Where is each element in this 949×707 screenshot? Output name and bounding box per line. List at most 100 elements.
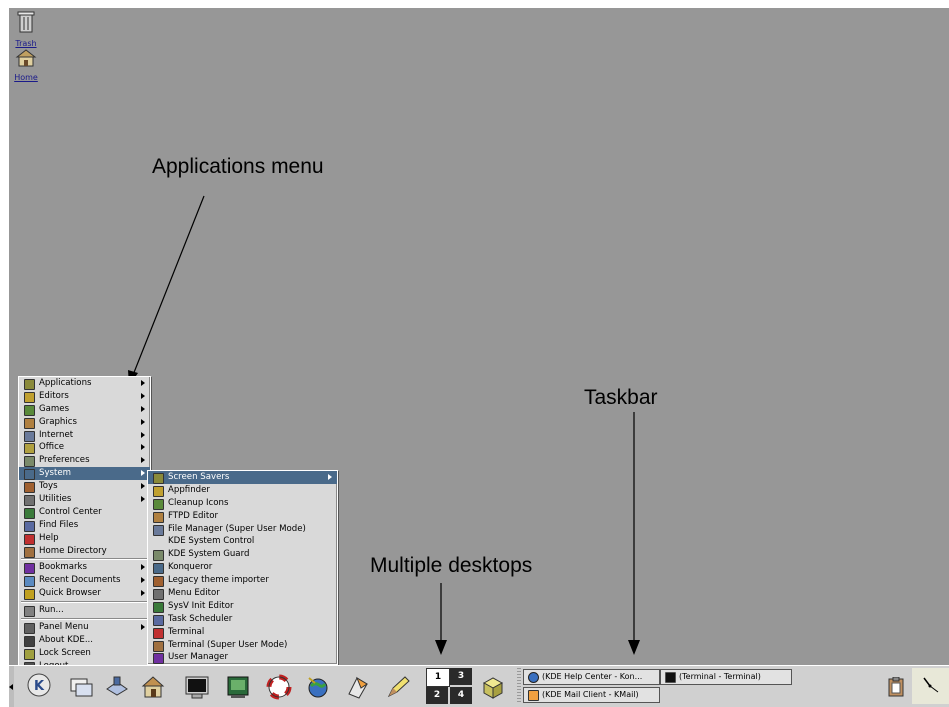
k-menu-item[interactable]: Office [19,441,150,455]
submenu-arrow-icon [141,624,145,631]
menu-separator [21,618,148,621]
konqueror-globe-icon[interactable] [305,674,331,700]
svg-text:K: K [34,679,45,694]
k-menu-item[interactable]: About KDE... [19,634,150,647]
utilities-icon [24,495,35,507]
k-menu-item-label: Run... [39,605,64,616]
system-submenu-item[interactable]: Screen Savers [148,471,337,484]
k-menu-item-label: Find Files [39,519,79,530]
k-menu-item[interactable]: Control Center [19,506,150,519]
submenu-arrow-icon [141,431,145,438]
k-menu-item[interactable]: Toys [19,480,150,494]
games-icon [24,404,35,416]
pager-desktop-1[interactable]: 1 [426,668,450,687]
k-menu-item[interactable]: Help [19,532,150,545]
kde-k-menu-icon[interactable]: K [26,672,52,698]
system-submenu-item[interactable]: Task Scheduler [148,613,337,626]
k-menu-item[interactable]: Panel Menu [19,621,150,635]
system-submenu-item[interactable]: KDE System Control [148,535,337,548]
kmail-icon[interactable] [345,674,371,700]
submenu-arrow-icon [141,590,145,597]
k-menu-item-label: Office [39,442,65,453]
system-submenu-item[interactable]: Menu Editor [148,587,337,601]
submenu-arrow-icon [141,392,145,399]
system-submenu-item[interactable]: Cleanup Icons [148,497,337,510]
control-center-icon [24,507,35,519]
system-submenu-item[interactable]: Terminal (Super User Mode) [148,639,337,652]
cleanup-icons-icon [153,498,164,510]
k-menu-item[interactable]: System [19,467,150,481]
bookmarks-icon [24,563,35,575]
desktop-access-icon[interactable] [104,674,130,700]
k-menu-item[interactable]: Preferences [19,454,150,468]
menu-separator [21,558,148,561]
pager-desktop-3[interactable]: 3 [450,668,472,685]
k-menu-item[interactable]: Lock Screen [19,647,150,660]
system-guard-icon [153,550,164,562]
k-menu-item[interactable]: Graphics [19,416,150,429]
pager-desktop-4[interactable]: 4 [450,687,472,704]
system-submenu-item[interactable]: Appfinder [148,484,337,497]
system-submenu[interactable]: Screen Savers Appfinder Cleanup Icons FTPD … [147,470,338,666]
k-menu[interactable]: Applications Editors Games Graphics Internet… [18,376,151,674]
submenu-arrow-icon [141,483,145,490]
k-menu-item[interactable]: Find Files [19,519,150,532]
k-menu-item-label: Utilities [39,494,72,505]
control-center-icon[interactable] [225,674,251,700]
system-submenu-item[interactable]: User Manager [148,651,337,665]
about-kde-icon [24,635,35,647]
k-menu-item[interactable]: Run... [19,604,150,618]
task-label: (Terminal - Terminal) [679,672,761,681]
system-submenu-item-label: Konqueror [168,562,213,573]
konqueror-icon [153,563,164,575]
system-submenu-item[interactable]: KDE System Guard [148,548,337,562]
submenu-arrow-icon [141,405,145,412]
file-manager-icon [153,524,164,536]
k-menu-item[interactable]: Games [19,403,150,416]
k-menu-item[interactable]: Internet [19,429,150,442]
k-menu-item[interactable]: Quick Browser [19,587,150,601]
panel-hide-handle[interactable] [9,666,14,707]
window-list-icon[interactable] [68,674,94,700]
system-submenu-item-label: Terminal [168,626,205,637]
submenu-arrow-icon [141,380,145,386]
recent-documents-icon [24,576,35,588]
system-submenu-item-label: Terminal (Super User Mode) [168,639,288,650]
system-icon [24,469,35,481]
terminal-icon[interactable] [184,674,210,700]
system-submenu-item-label: Task Scheduler [168,613,233,624]
k-menu-item[interactable]: Applications [19,377,150,390]
k-menu-item[interactable]: Bookmarks [19,561,150,575]
system-submenu-item[interactable]: FTPD Editor [148,510,337,523]
home-icon[interactable] [140,674,166,700]
show-desktop-box-icon[interactable] [480,674,506,700]
task-kde-help-center[interactable]: (KDE Help Center - Kon... [523,669,660,685]
k-menu-item-label: System [39,468,72,479]
submenu-arrow-icon [141,444,145,451]
help-lifebuoy-icon[interactable] [266,674,292,700]
k-menu-item[interactable]: Editors [19,390,150,403]
k-menu-item[interactable]: Recent Documents [19,574,150,588]
k-menu-item[interactable]: Utilities [19,493,150,507]
task-kmail[interactable]: (KDE Mail Client - KMail) [523,687,660,703]
run-icon [24,606,35,618]
klipper-clipboard-icon[interactable] [887,677,905,697]
system-submenu-item-label: User Manager [168,652,228,663]
system-submenu-item[interactable]: SysV Init Editor [148,600,337,613]
system-submenu-item[interactable]: Konqueror [148,561,337,575]
task-terminal[interactable]: (Terminal - Terminal) [660,669,792,685]
pager-desktop-2[interactable]: 2 [426,687,448,704]
office-icon [24,443,35,455]
kwrite-pencil-icon[interactable] [385,674,411,700]
appfinder-icon [153,485,164,497]
toys-icon [24,482,35,494]
submenu-arrow-icon [141,418,145,425]
system-submenu-item[interactable]: Terminal [148,626,337,639]
sysv-init-editor-icon [153,601,164,613]
k-menu-item[interactable]: Home Directory [19,545,150,558]
analog-clock-icon[interactable] [912,668,949,704]
system-submenu-item[interactable]: File Manager (Super User Mode) [148,523,337,536]
taskbar [517,668,521,704]
submenu-arrow-icon [141,470,145,477]
system-submenu-item[interactable]: Legacy theme importer [148,574,337,588]
